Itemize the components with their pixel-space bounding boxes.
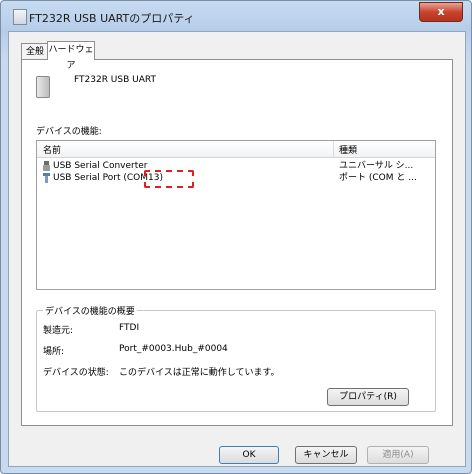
cancel-button[interactable]: キャンセル (295, 446, 357, 464)
manufacturer-label: 製造元: (43, 326, 74, 336)
manufacturer-value: FTDI (119, 323, 140, 333)
serial-port-icon (43, 173, 50, 183)
ok-button[interactable]: OK (219, 446, 279, 464)
apply-button[interactable]: 適用(A) (367, 446, 429, 464)
com-port-highlight (144, 170, 194, 188)
functions-label: デバイスの機能: (36, 127, 102, 137)
tab-general[interactable]: 全般 (21, 43, 49, 60)
column-name[interactable]: 名前 (43, 143, 61, 156)
location-label: 場所: (43, 347, 65, 357)
list-item[interactable]: USB Serial Port (COM13) ポート (COM と ... (37, 170, 435, 188)
usb-converter-icon (43, 161, 50, 171)
row-type: ユニバーサル シ... (339, 161, 414, 171)
column-separator[interactable] (333, 141, 334, 157)
summary-legend: デバイスの機能の概要 (43, 304, 137, 317)
device-icon (13, 9, 27, 25)
properties-window: FT232R USB UARTのプロパティ x 全般 ハードウェア FT232R… (0, 0, 472, 474)
location-value: Port_#0003.Hub_#0004 (119, 344, 228, 354)
device-functions-list[interactable]: 名前 種類 USB Serial Converter ユニバーサル シ... U… (36, 140, 436, 290)
list-header: 名前 種類 (37, 141, 435, 158)
row-type: ポート (COM と ... (339, 173, 417, 183)
device-name: FT232R USB UART (74, 75, 156, 85)
title-bar[interactable]: FT232R USB UARTのプロパティ x (1, 1, 471, 31)
status-label: デバイスの状態: (43, 368, 109, 378)
hardware-panel: FT232R USB UART デバイスの機能: 名前 種類 USB Seria… (21, 59, 453, 426)
tab-hardware[interactable]: ハードウェア (47, 41, 95, 71)
row-name: USB Serial Converter (53, 161, 148, 171)
usb-device-icon (36, 76, 50, 98)
properties-button[interactable]: プロパティ(R) (327, 388, 409, 406)
close-button[interactable]: x (419, 2, 463, 22)
window-title: FT232R USB UARTのプロパティ (29, 12, 195, 25)
dialog-content: 全般 ハードウェア FT232R USB UART デバイスの機能: 名前 種類… (8, 31, 466, 467)
list-item[interactable]: USB Serial Converter ユニバーサル シ... (37, 160, 435, 172)
status-value: このデバイスは正常に動作しています。 (119, 368, 280, 378)
column-type[interactable]: 種類 (339, 143, 357, 156)
